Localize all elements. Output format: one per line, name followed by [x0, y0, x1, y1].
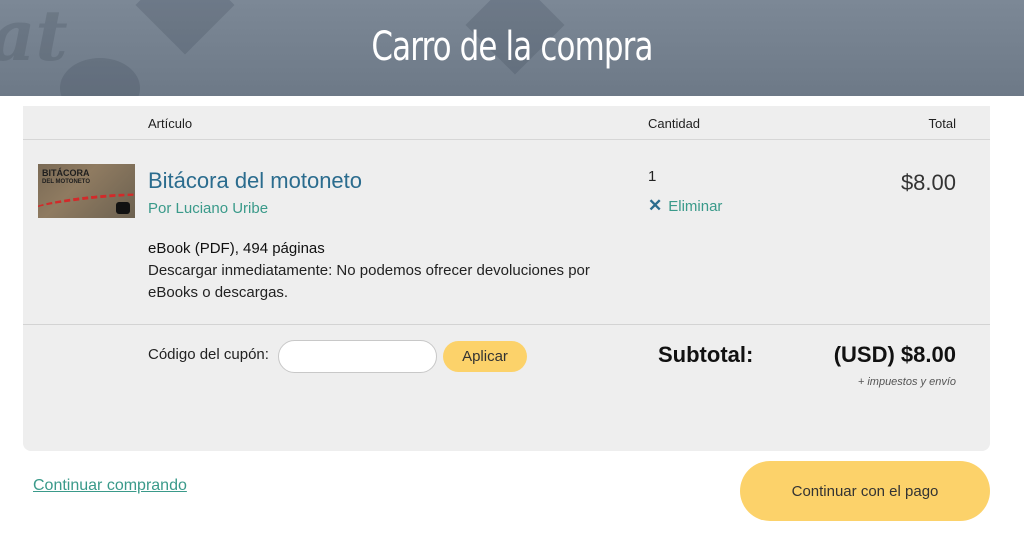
subtotal-value: (USD) $8.00	[833, 342, 956, 367]
close-icon: ✕	[648, 196, 663, 215]
column-header-quantity: Cantidad	[648, 116, 701, 131]
page-header-banner: at Carro de la compra	[0, 0, 1024, 96]
tax-shipping-note: + impuestos y envío	[857, 376, 956, 388]
item-line-total: $8.00	[900, 170, 956, 195]
cover-badge-icon	[116, 202, 130, 214]
header-background-decoration: at	[0, 0, 68, 77]
apply-coupon-button[interactable]: Aplicar	[443, 341, 527, 372]
coupon-label: Código del cupón:	[148, 346, 269, 363]
remove-item-label: Eliminar	[668, 197, 723, 215]
cart-item-row: BITÁCORA DEL MOTONETO Bitácora del moton…	[23, 140, 990, 325]
continue-shopping-link[interactable]: Continuar comprando	[33, 477, 187, 495]
product-author-link[interactable]: Por Luciano Uribe	[148, 200, 268, 217]
checkout-button[interactable]: Continuar con el pago	[740, 461, 990, 521]
download-note: Descargar inmediatamente: No podemos ofr…	[148, 262, 590, 301]
product-title-link[interactable]: Bitácora del motoneto	[148, 168, 362, 194]
subtotal-label: Subtotal:	[658, 342, 754, 367]
page-title: Carro de la compra	[371, 24, 653, 70]
item-quantity: 1	[648, 168, 657, 185]
column-header-total: Total	[928, 116, 956, 131]
remove-item-button[interactable]: ✕ Eliminar	[648, 196, 722, 216]
column-header-article: Artículo	[148, 116, 193, 131]
book-cover-thumbnail[interactable]: BITÁCORA DEL MOTONETO	[38, 164, 135, 218]
product-format: eBook (PDF), 494 páginas	[148, 240, 325, 257]
cart-table-header: Artículo Cantidad Total	[23, 106, 990, 140]
cover-subtitle-text: DEL MOTONETO	[42, 179, 91, 185]
coupon-input[interactable]	[278, 340, 437, 373]
cover-title-text: BITÁCORA	[42, 168, 90, 178]
cart-panel: Artículo Cantidad Total BITÁCORA DEL MOT…	[23, 106, 990, 451]
